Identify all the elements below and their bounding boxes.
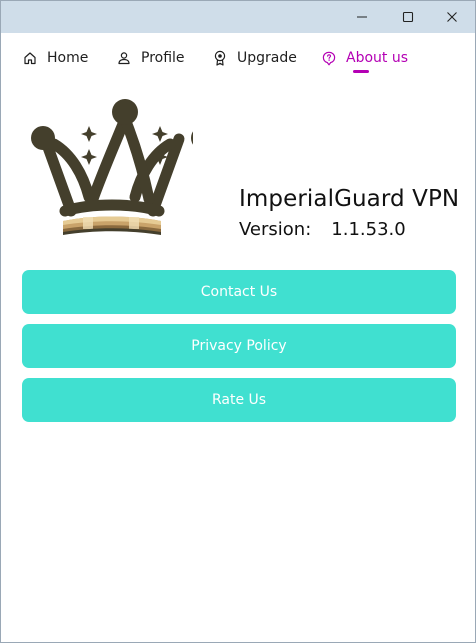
nav-item-about-us[interactable]: About us: [321, 48, 408, 68]
info-bubble-icon: [321, 50, 337, 66]
title-bar[interactable]: [1, 1, 475, 33]
home-icon: [22, 50, 38, 66]
version-label: Version:: [239, 219, 312, 240]
close-button[interactable]: [429, 1, 475, 33]
contact-us-button[interactable]: Contact Us: [22, 270, 456, 314]
version-row: Version: 1.1.53.0: [239, 219, 406, 240]
maximize-button[interactable]: [385, 1, 431, 33]
nav-item-label: Profile: [141, 50, 185, 66]
rate-us-button[interactable]: Rate Us: [22, 378, 456, 422]
person-icon: [116, 50, 132, 66]
privacy-policy-button[interactable]: Privacy Policy: [22, 324, 456, 368]
minimize-button[interactable]: [339, 1, 385, 33]
nav-item-label: Home: [47, 50, 89, 66]
version-value: 1.1.53.0: [331, 219, 406, 240]
app-window: Home Profile Upgrade About us ImperialGu…: [0, 0, 476, 643]
crown-logo: [31, 99, 215, 258]
nav-item-home[interactable]: Home: [22, 48, 88, 68]
app-name: ImperialGuard VPN: [239, 186, 460, 212]
about-header: ImperialGuard VPN Version: 1.1.53.0: [1, 81, 475, 266]
nav-item-profile[interactable]: Profile: [116, 48, 185, 68]
minimize-icon: [356, 11, 368, 23]
nav-item-upgrade[interactable]: Upgrade: [212, 48, 297, 68]
badge-icon: [212, 50, 228, 66]
close-icon: [446, 11, 458, 23]
top-navigation: Home Profile Upgrade About us: [1, 33, 475, 81]
maximize-icon: [402, 11, 414, 23]
active-tab-indicator: [353, 70, 369, 73]
nav-item-label: Upgrade: [237, 50, 297, 66]
nav-item-label: About us: [346, 50, 409, 66]
